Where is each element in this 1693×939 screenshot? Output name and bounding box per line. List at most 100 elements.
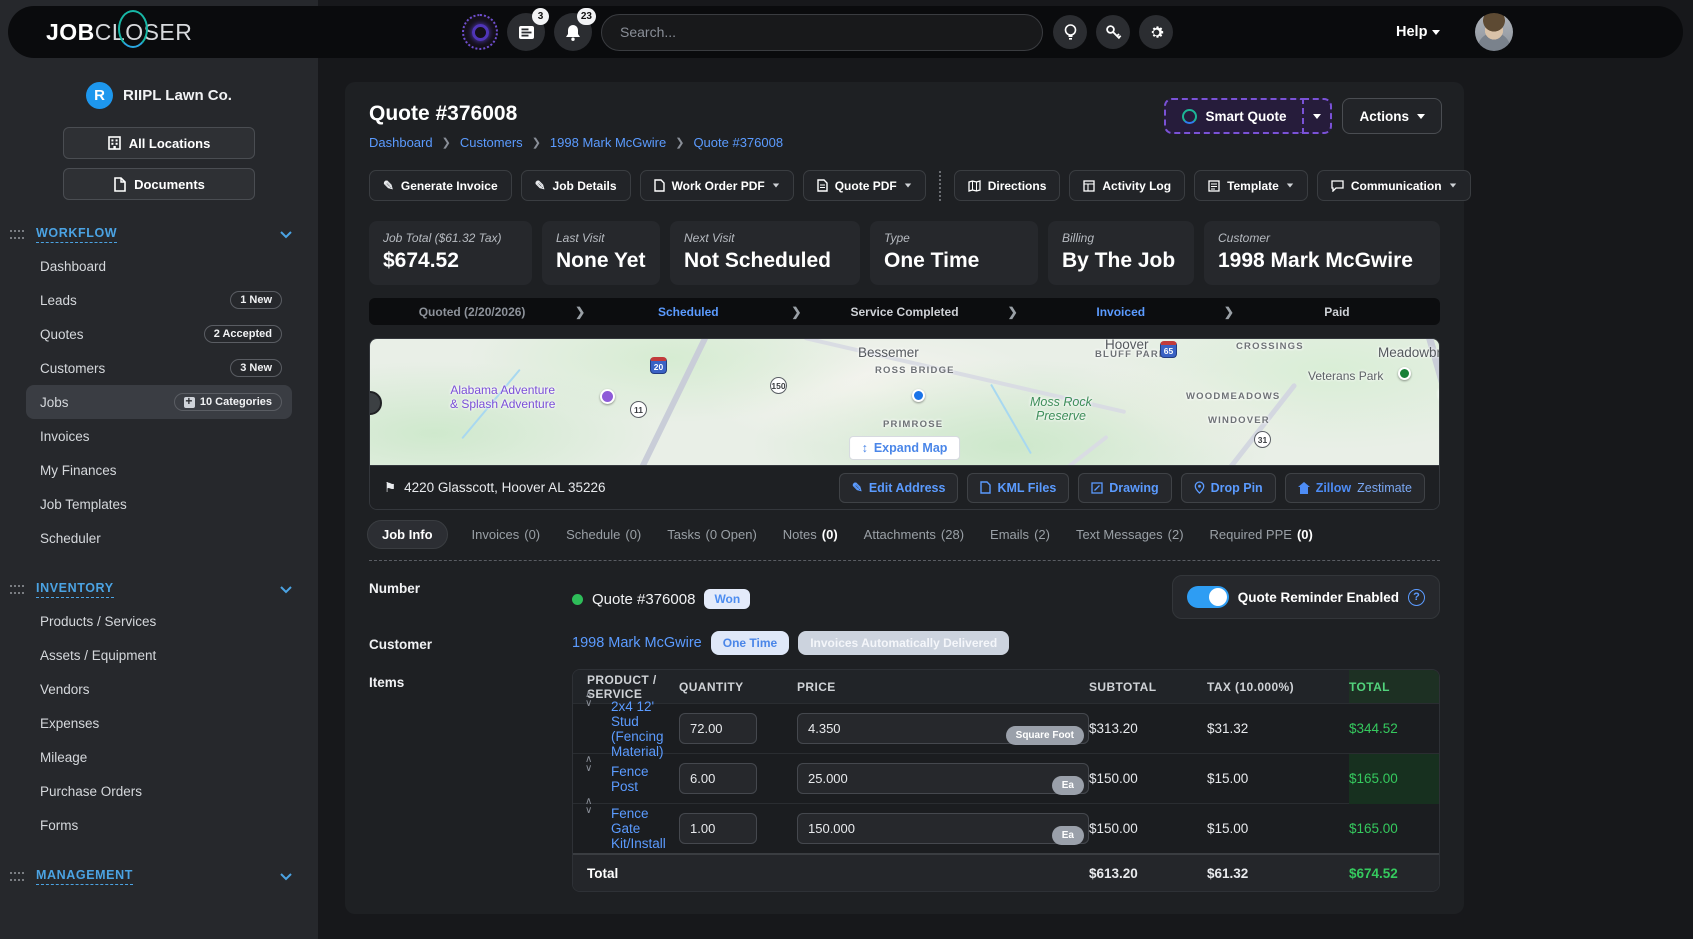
section-management[interactable]: MANAGEMENT [26, 868, 292, 885]
progress-invoiced[interactable]: Invoiced [1018, 305, 1224, 319]
directions-button[interactable]: Directions [954, 170, 1061, 201]
quote-reminder-toggle[interactable] [1187, 586, 1229, 608]
stat-billing: BillingBy The Job [1048, 221, 1194, 285]
quantity-input[interactable] [679, 813, 757, 844]
communication-button[interactable]: Communication [1317, 170, 1471, 201]
notifications-button[interactable]: 23 [554, 13, 592, 51]
quantity-input[interactable] [679, 713, 757, 744]
breadcrumb-customers[interactable]: Customers [460, 135, 523, 150]
product-link[interactable]: 2x4 12' Stud (Fencing Material) [611, 699, 664, 759]
chevron-down-icon [773, 184, 779, 188]
map[interactable]: Bessemer ROSS BRIDGE BLUFF PARK Hoover C… [370, 339, 1439, 465]
tab-required-ppe[interactable]: Required PPE(0) [1210, 527, 1313, 542]
sidebar-item-expenses[interactable]: Expenses [26, 706, 292, 740]
generate-invoice-button[interactable]: ✎Generate Invoice [369, 170, 512, 201]
tab-tasks[interactable]: Tasks(0 Open) [667, 527, 757, 542]
sidebar-item-forms[interactable]: Forms [26, 808, 292, 842]
drop-pin-button[interactable]: Drop Pin [1181, 473, 1276, 503]
progress-service-completed: Service Completed [801, 305, 1007, 319]
quote-pdf-button[interactable]: Quote PDF [803, 170, 926, 201]
section-inventory[interactable]: INVENTORY [26, 581, 292, 598]
template-button[interactable]: Template [1194, 170, 1308, 201]
customer-link[interactable]: 1998 Mark McGwire [572, 635, 702, 651]
tab-schedule[interactable]: Schedule(0) [566, 527, 641, 542]
company-switcher[interactable]: R RIIPL Lawn Co. [26, 82, 292, 109]
chevron-right-icon: ❯ [442, 136, 451, 149]
quantity-input[interactable] [679, 763, 757, 794]
tips-button[interactable] [1053, 15, 1087, 49]
tab-invoices[interactable]: Invoices(0) [472, 527, 541, 542]
product-link[interactable]: Fence Post [611, 764, 649, 794]
map-label-windover: WINDOVER [1208, 415, 1270, 426]
drawing-button[interactable]: Drawing [1078, 473, 1171, 503]
sidebar-item-mileage[interactable]: Mileage [26, 740, 292, 774]
price-input[interactable] [797, 813, 1089, 844]
work-order-pdf-button[interactable]: Work Order PDF [640, 170, 794, 201]
messages-button[interactable]: 3 [507, 13, 545, 51]
section-workflow[interactable]: WORKFLOW [26, 226, 292, 243]
sidebar-item-leads[interactable]: Leads1 New [26, 283, 292, 317]
user-avatar[interactable] [1475, 13, 1513, 51]
reorder-arrows[interactable]: ∧∨ [585, 755, 592, 773]
price-input[interactable] [797, 763, 1089, 794]
tab-job-info[interactable]: Job Info [367, 520, 448, 549]
sidebar-item-purchase-orders[interactable]: Purchase Orders [26, 774, 292, 808]
expand-map-button[interactable]: ↕Expand Map [849, 436, 961, 460]
breadcrumb: Dashboard❯ Customers❯ 1998 Mark McGwire❯… [369, 135, 1440, 150]
sidebar-item-dashboard[interactable]: Dashboard [26, 249, 292, 283]
help-menu[interactable]: Help [1396, 24, 1440, 40]
customers-badge: 3 New [230, 359, 282, 377]
reorder-arrows[interactable]: ∧∨ [585, 797, 592, 815]
drag-handle-icon [10, 585, 24, 594]
product-link[interactable]: Fence Gate Kit/Install [611, 806, 666, 851]
sidebar-item-quotes[interactable]: Quotes2 Accepted [26, 317, 292, 351]
sidebar-item-assets-equipment[interactable]: Assets / Equipment [26, 638, 292, 672]
sidebar-item-scheduler[interactable]: Scheduler [26, 521, 292, 555]
smart-quote-dropdown[interactable] [1302, 98, 1332, 134]
job-location-pin[interactable] [912, 389, 925, 402]
search-input[interactable] [601, 14, 1043, 51]
sidebar-item-my-finances[interactable]: My Finances [26, 453, 292, 487]
address-text: 4220 Glasscott, Hoover AL 35226 [404, 480, 605, 495]
reorder-arrows[interactable]: ∧∨ [585, 690, 592, 708]
all-locations-button[interactable]: All Locations [63, 127, 255, 159]
table-row: ∧∨ 2x4 12' Stud (Fencing Material) Squar… [573, 703, 1439, 753]
zillow-zestimate-button[interactable]: ZillowZestimate [1285, 473, 1425, 503]
kml-files-button[interactable]: KML Files [967, 473, 1069, 503]
tab-text-messages[interactable]: Text Messages(2) [1076, 527, 1184, 542]
progress-scheduled[interactable]: Scheduled [585, 305, 791, 319]
pencil-icon: ✎ [852, 480, 863, 496]
quote-detail-card: Quote #376008 Dashboard❯ Customers❯ 1998… [345, 82, 1464, 914]
tab-notes[interactable]: Notes(0) [783, 527, 838, 542]
sidebar-item-vendors[interactable]: Vendors [26, 672, 292, 706]
activity-log-button[interactable]: Activity Log [1069, 170, 1185, 201]
status-progress-bar: Quoted (2/20/2026)❯ Scheduled❯ Service C… [369, 298, 1440, 325]
breadcrumb-customer[interactable]: 1998 Mark McGwire [550, 135, 666, 150]
map-control[interactable] [370, 391, 382, 415]
subtotal-value: $150.00 [1089, 821, 1207, 836]
documents-button[interactable]: Documents [63, 168, 255, 200]
job-details-button[interactable]: ✎Job Details [521, 170, 631, 201]
sidebar-item-invoices[interactable]: Invoices [26, 419, 292, 453]
settings-button[interactable] [1139, 15, 1173, 49]
breadcrumb-quote[interactable]: Quote #376008 [693, 135, 783, 150]
tab-emails[interactable]: Emails(2) [990, 527, 1050, 542]
tax-value: $15.00 [1207, 771, 1349, 786]
button-label: KML Files [997, 481, 1056, 495]
actions-button[interactable]: Actions [1342, 98, 1442, 134]
smart-quote-button[interactable]: Smart Quote [1164, 98, 1302, 134]
help-question-icon[interactable]: ? [1408, 589, 1425, 606]
sidebar-item-label: Expenses [40, 716, 99, 731]
sidebar-item-jobs[interactable]: Jobs10 Categories [26, 385, 292, 419]
sidebar-item-products-services[interactable]: Products / Services [26, 604, 292, 638]
sidebar-item-customers[interactable]: Customers3 New [26, 351, 292, 385]
breadcrumb-dashboard[interactable]: Dashboard [369, 135, 433, 150]
sidebar-item-job-templates[interactable]: Job Templates [26, 487, 292, 521]
tab-attachments[interactable]: Attachments(28) [864, 527, 964, 542]
api-keys-button[interactable] [1096, 15, 1130, 49]
tab-label: Tasks [667, 527, 700, 542]
progress-quoted: Quoted (2/20/2026) [369, 305, 575, 319]
recording-status-icon[interactable] [462, 14, 498, 50]
stat-value: None Yet [556, 249, 646, 273]
edit-address-button[interactable]: ✎Edit Address [839, 473, 959, 503]
